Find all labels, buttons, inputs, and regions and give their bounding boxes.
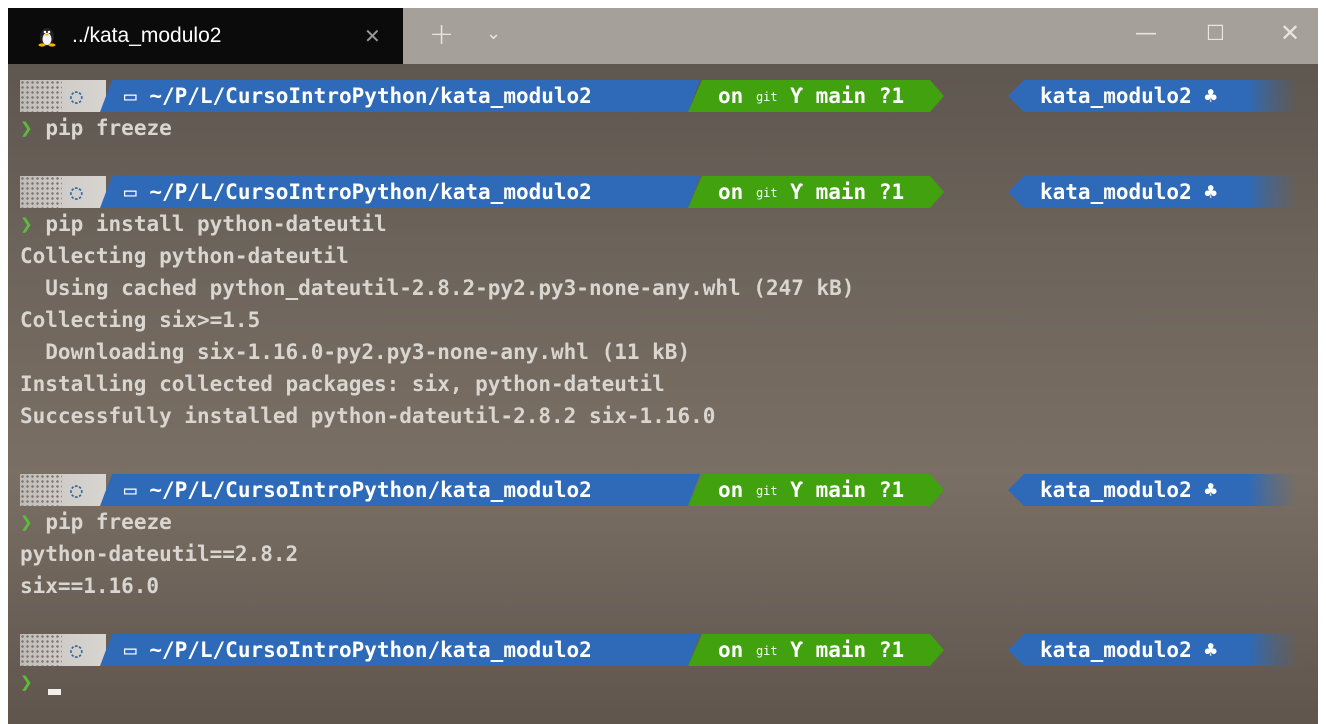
output-line: python-dateutil==2.8.2	[20, 542, 299, 566]
prompt-fade	[1248, 474, 1298, 506]
terminal-output[interactable]: ◌ ▭ ~/P/L/CursoIntroPython/kata_modulo2 …	[8, 64, 1318, 724]
os-icon: ◌	[70, 478, 83, 502]
git-branch: main ?1	[815, 180, 905, 204]
git-icon: git	[755, 186, 778, 200]
prompt-fade	[1248, 80, 1298, 112]
git-on-label: on	[718, 84, 744, 108]
command-text: pip freeze	[45, 510, 172, 534]
prompt-path-segment: ▭ ~/P/L/CursoIntroPython/kata_modulo2	[100, 474, 700, 506]
folder-icon: ▭	[124, 638, 137, 662]
git-icon: git	[755, 484, 778, 498]
close-window-icon[interactable]: ✕	[1280, 19, 1300, 47]
prompt-path: ~/P/L/CursoIntroPython/kata_modulo2	[149, 180, 592, 204]
git-on-label: on	[718, 638, 744, 662]
linux-tux-icon	[38, 28, 56, 47]
prompt-os-segment: ◌	[20, 176, 106, 208]
prompt-bar: ◌ ▭ ~/P/L/CursoIntroPython/kata_modulo2 …	[8, 634, 1318, 666]
git-branch: main ?1	[815, 478, 905, 502]
prompt-os-segment: ◌	[20, 80, 106, 112]
folder-icon: ▭	[124, 84, 137, 108]
output-line: Installing collected packages: six, pyth…	[20, 372, 665, 396]
prompt-fade	[1248, 176, 1298, 208]
prompt-bar: ◌ ▭ ~/P/L/CursoIntroPython/kata_modulo2 …	[8, 176, 1318, 208]
prompt-bar: ◌ ▭ ~/P/L/CursoIntroPython/kata_modulo2 …	[8, 474, 1318, 506]
terminal-window: ../kata_modulo2 ✕ + ⌄ — ☐ ✕ ◌ ▭ ~/P/L/Cu…	[8, 8, 1318, 724]
git-icon: git	[755, 644, 778, 658]
venv-name: kata_modulo2	[1040, 84, 1192, 108]
prompt-os-segment: ◌	[20, 634, 106, 666]
prompt-venv-segment: kata_modulo2 ♣	[1008, 634, 1248, 666]
chevron-down-icon[interactable]: ⌄	[486, 23, 501, 44]
folder-icon: ▭	[124, 478, 137, 502]
output-line: Downloading six-1.16.0-py2.py3-none-any.…	[20, 340, 691, 364]
prompt-git-segment: on git Ƴ main ?1	[688, 634, 944, 666]
prompt-path: ~/P/L/CursoIntroPython/kata_modulo2	[149, 84, 592, 108]
python-icon: ♣	[1204, 638, 1218, 662]
prompt-git-segment: on git Ƴ main ?1	[688, 80, 944, 112]
os-icon: ◌	[70, 180, 83, 204]
maximize-icon[interactable]: ☐	[1206, 21, 1225, 45]
output-line: Successfully installed python-dateutil-2…	[20, 404, 716, 428]
prompt-bar: ◌ ▭ ~/P/L/CursoIntroPython/kata_modulo2 …	[8, 80, 1318, 112]
prompt-caret: ❯	[20, 212, 33, 236]
prompt-caret: ❯	[20, 670, 33, 694]
text-cursor	[48, 689, 61, 695]
output-line: Collecting python-dateutil	[20, 244, 349, 268]
venv-name: kata_modulo2	[1040, 478, 1192, 502]
prompt-os-segment: ◌	[20, 474, 106, 506]
folder-icon: ▭	[124, 180, 137, 204]
output-line: Collecting six>=1.5	[20, 308, 261, 332]
prompt-path: ~/P/L/CursoIntroPython/kata_modulo2	[149, 478, 592, 502]
command-line: ❯ pip freeze	[20, 112, 172, 144]
output-line: Using cached python_dateutil-2.8.2-py2.p…	[20, 276, 855, 300]
prompt-venv-segment: kata_modulo2 ♣	[1008, 80, 1248, 112]
new-tab-icon[interactable]: +	[429, 17, 454, 52]
python-icon: ♣	[1204, 180, 1218, 204]
minimize-icon[interactable]: —	[1135, 21, 1157, 46]
git-branch: main ?1	[815, 638, 905, 662]
prompt-venv-segment: kata_modulo2 ♣	[1008, 474, 1248, 506]
close-tab-icon[interactable]: ✕	[364, 24, 381, 48]
prompt-path-segment: ▭ ~/P/L/CursoIntroPython/kata_modulo2	[100, 176, 700, 208]
title-bar: ../kata_modulo2 ✕ + ⌄ — ☐ ✕	[8, 8, 1318, 64]
git-icon: git	[755, 90, 778, 104]
git-on-label: on	[718, 478, 744, 502]
os-icon: ◌	[70, 638, 83, 662]
python-icon: ♣	[1204, 478, 1218, 502]
prompt-caret: ❯	[20, 116, 33, 140]
python-icon: ♣	[1204, 84, 1218, 108]
prompt-path-segment: ▭ ~/P/L/CursoIntroPython/kata_modulo2	[100, 634, 700, 666]
prompt-venv-segment: kata_modulo2 ♣	[1008, 176, 1248, 208]
output-line: six==1.16.0	[20, 574, 160, 598]
command-text: pip freeze	[45, 116, 172, 140]
os-icon: ◌	[70, 84, 83, 108]
tab-title: ../kata_modulo2	[72, 24, 222, 47]
branch-icon: Ƴ	[790, 638, 803, 662]
command-text: pip install python-dateutil	[45, 212, 387, 236]
command-line: ❯ pip install python-dateutil	[20, 208, 387, 240]
git-on-label: on	[718, 180, 744, 204]
branch-icon: Ƴ	[790, 478, 803, 502]
prompt-path: ~/P/L/CursoIntroPython/kata_modulo2	[149, 638, 592, 662]
git-branch: main ?1	[815, 84, 905, 108]
branch-icon: Ƴ	[790, 84, 803, 108]
prompt-fade	[1248, 634, 1298, 666]
command-line[interactable]: ❯	[20, 666, 33, 698]
branch-icon: Ƴ	[790, 180, 803, 204]
prompt-git-segment: on git Ƴ main ?1	[688, 474, 944, 506]
venv-name: kata_modulo2	[1040, 638, 1192, 662]
prompt-path-segment: ▭ ~/P/L/CursoIntroPython/kata_modulo2	[100, 80, 700, 112]
command-line: ❯ pip freeze	[20, 506, 172, 538]
tab-kata-modulo2[interactable]: ../kata_modulo2 ✕	[8, 8, 403, 64]
venv-name: kata_modulo2	[1040, 180, 1192, 204]
prompt-git-segment: on git Ƴ main ?1	[688, 176, 944, 208]
prompt-caret: ❯	[20, 510, 33, 534]
